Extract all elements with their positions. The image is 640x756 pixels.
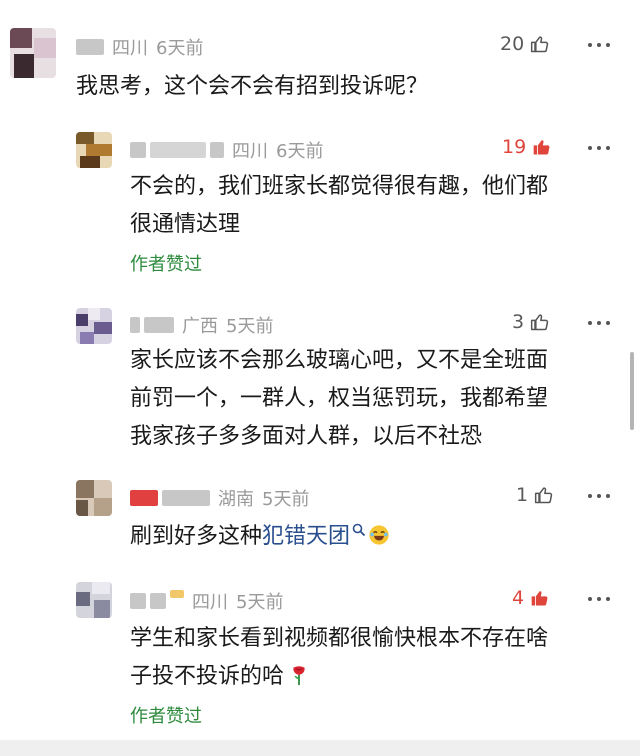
like-button[interactable]: 4: [512, 587, 550, 609]
comment-meta: 四川 5天前: [130, 588, 283, 614]
location: 四川: [112, 38, 148, 59]
comment-1: 四川 6天前 20 我思考，这个会不会有招到投诉呢？: [0, 0, 640, 110]
scrollbar[interactable]: [630, 352, 634, 430]
search-icon: [352, 523, 366, 537]
location: 广西: [182, 316, 218, 337]
more-dots-icon[interactable]: [588, 596, 610, 602]
more-dots-icon[interactable]: [588, 145, 610, 151]
location: 四川: [192, 592, 228, 613]
username-blurred[interactable]: [130, 593, 146, 609]
location: 湖南: [218, 489, 254, 510]
author-liked-badge: 作者赞过: [130, 254, 202, 275]
comment-text-line-2: 前罚一个，一群人，权当惩罚玩，我都希望: [130, 386, 549, 411]
comment-meta: 广西 5天前: [130, 312, 273, 338]
location: 四川: [232, 141, 268, 162]
username-blurred[interactable]: [130, 317, 140, 333]
thumbs-up-icon: [531, 591, 548, 606]
thumbs-up-icon: [531, 314, 549, 331]
avatar[interactable]: [76, 582, 112, 618]
like-button[interactable]: 1: [516, 484, 554, 506]
thumbs-up-icon: [531, 36, 549, 53]
timestamp: 6天前: [276, 141, 324, 162]
like-count: 20: [500, 33, 525, 55]
comment-2: 四川 6天前 19 不会的，我们班家长都觉得很有趣，他们都 很通情达理 作者赞过: [0, 120, 640, 290]
comment-text-line-3: 我家孩子多多面对人群，以后不社恐: [130, 424, 483, 449]
more-dots-icon[interactable]: [588, 42, 610, 48]
like-count: 4: [512, 587, 525, 609]
comment-meta: 四川 6天前: [76, 34, 203, 60]
laughing-emoji-icon: [369, 525, 389, 545]
timestamp: 5天前: [262, 489, 310, 510]
comment-meta: 湖南 5天前: [130, 485, 309, 511]
thumbs-up-icon: [533, 140, 550, 155]
comment-4: 湖南 5天前 1 刷到好多这种犯错天团: [0, 472, 640, 572]
avatar[interactable]: [76, 480, 112, 516]
like-count: 19: [502, 136, 527, 158]
like-count: 3: [512, 311, 525, 333]
comment-text-line-1: 家长应该不会那么玻璃心吧，又不是全班面: [130, 348, 549, 373]
more-dots-icon[interactable]: [588, 320, 610, 326]
avatar[interactable]: [76, 132, 112, 168]
more-dots-icon[interactable]: [588, 493, 610, 499]
author-liked-badge: 作者赞过: [130, 706, 202, 727]
timestamp: 5天前: [226, 316, 274, 337]
search-link-text[interactable]: 犯错天团: [262, 524, 350, 549]
timestamp: 5天前: [236, 592, 284, 613]
comment-text-line-2-wrap: 子投不投诉的哈: [130, 658, 310, 696]
comment-text-line-2: 很通情达理: [130, 212, 241, 237]
like-button[interactable]: 20: [500, 33, 550, 55]
comment-meta: 四川 6天前: [130, 137, 323, 163]
bottom-divider: [0, 740, 640, 756]
avatar[interactable]: [76, 308, 112, 344]
search-link[interactable]: 犯错天团: [262, 523, 366, 549]
thumbs-up-icon: [535, 487, 553, 504]
username-blurred[interactable]: [130, 490, 158, 506]
comment-3: 广西 5天前 3 家长应该不会那么玻璃心吧，又不是全班面 前罚一个，一群人，权当…: [0, 300, 640, 470]
username-blurred[interactable]: [76, 39, 104, 55]
comment-text-line-1: 学生和家长看到视频都很愉快根本不存在啥: [130, 626, 549, 651]
like-button[interactable]: 3: [512, 311, 550, 333]
like-button[interactable]: 19: [502, 136, 552, 158]
comment-text: 刷到好多这种犯错天团: [130, 518, 390, 556]
comment-text-line-2: 子投不投诉的哈: [130, 664, 285, 689]
comment-text-line-1: 不会的，我们班家长都觉得很有趣，他们都: [130, 174, 549, 199]
comment-text-prefix: 刷到好多这种: [130, 524, 263, 549]
comment-text: 我思考，这个会不会有招到投诉呢？: [76, 74, 429, 99]
timestamp: 6天前: [156, 38, 204, 59]
username-blurred[interactable]: [130, 142, 146, 158]
comment-5: 四川 5天前 4 学生和家长看到视频都很愉快根本不存在啥 子投不投诉的哈 作者赞…: [0, 576, 640, 736]
rose-emoji-icon: [293, 666, 305, 686]
avatar[interactable]: [10, 28, 56, 78]
like-count: 1: [516, 484, 529, 506]
